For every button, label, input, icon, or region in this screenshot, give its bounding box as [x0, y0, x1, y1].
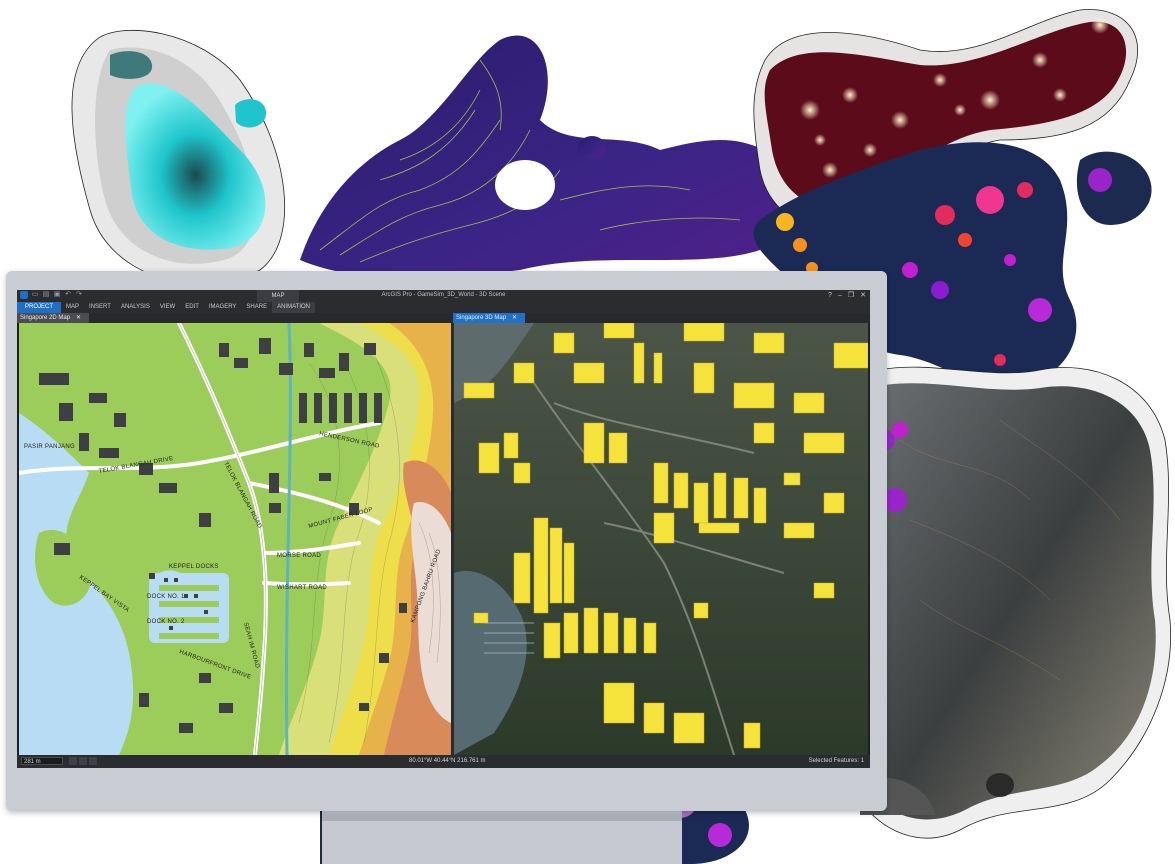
tab-insert[interactable]: INSERT — [84, 302, 116, 313]
road-label-morse: MORSE ROAD — [277, 553, 321, 559]
maximize-button[interactable]: ❐ — [848, 291, 854, 300]
tab-singapore-3d-map[interactable]: Singapore 3D Map ✕ — [453, 313, 525, 323]
scale-selector[interactable]: 281 m — [21, 757, 63, 765]
tab-animation[interactable]: ANIMATION — [272, 302, 315, 313]
coordinate-readout: 80.01°W 40.44°N 216.761 m — [409, 758, 486, 764]
tab-view[interactable]: VIEW — [155, 302, 180, 313]
window-title: ArcGIS Pro - GameSim_3D_World - 3D Scene — [381, 292, 506, 298]
minimize-button[interactable]: – — [838, 291, 842, 300]
tab-project[interactable]: PROJECT — [17, 302, 62, 313]
ribbon-tabs: PROJECT MAP INSERT ANALYSIS VIEW EDIT IM… — [17, 302, 870, 313]
tab-map[interactable]: MAP — [61, 302, 84, 313]
close-button[interactable]: ✕ — [860, 291, 866, 300]
help-button[interactable]: ? — [828, 291, 832, 300]
topographic-map: HENDERSON ROAD TELOK BLANGAH ROAD MOUNT … — [19, 323, 451, 755]
label-dock-no2: DOCK NO. 2 — [147, 619, 185, 625]
tab-share[interactable]: SHARE — [241, 302, 272, 313]
monitor-stand-edge — [322, 811, 682, 821]
tab-singapore-2d-map[interactable]: Singapore 2D Map ✕ — [17, 313, 89, 323]
close-tab-icon[interactable]: ✕ — [512, 315, 517, 321]
status-bar: 281 m 80.01°W 40.44°N 216.761 m Selected… — [17, 755, 870, 768]
tab-edit[interactable]: EDIT — [180, 302, 204, 313]
view-tabs-bar: Singapore 2D Map ✕ Singapore 3D Map ✕ — [17, 313, 870, 323]
status-tools — [69, 757, 97, 765]
fixed-zoom-icon[interactable] — [69, 757, 77, 765]
scene-view-3d[interactable] — [454, 323, 868, 755]
snap-icon[interactable] — [89, 757, 97, 765]
title-bar: ▭ ▤ ▣ ↶ ↷ MAP ArcGIS Pro - GameSim_3D_Wo… — [17, 290, 870, 302]
tab-imagery[interactable]: IMAGERY — [204, 302, 242, 313]
map-view-2d[interactable]: HENDERSON ROAD TELOK BLANGAH ROAD MOUNT … — [19, 323, 451, 755]
road-label-wishart: WISHART ROAD — [277, 585, 327, 591]
close-tab-icon[interactable]: ✕ — [76, 315, 81, 321]
grid-icon[interactable] — [79, 757, 87, 765]
label-dock-no1: DOCK NO. 1 — [147, 594, 185, 600]
tab-analysis[interactable]: ANALYSIS — [116, 302, 155, 313]
arcgis-pro-window: ▭ ▤ ▣ ↶ ↷ MAP ArcGIS Pro - GameSim_3D_Wo… — [17, 290, 870, 768]
label-pasir-panjang: PASIR PANJANG — [24, 444, 75, 450]
tab-label: Singapore 3D Map — [456, 315, 507, 321]
label-keppel-docks: KEPPEL DOCKS — [169, 564, 219, 570]
3d-city-scene — [454, 323, 868, 755]
selected-features-count[interactable]: Selected Features: 1 — [809, 758, 864, 764]
window-controls: ? – ❐ ✕ — [828, 291, 866, 300]
tab-label: Singapore 2D Map — [20, 315, 71, 321]
